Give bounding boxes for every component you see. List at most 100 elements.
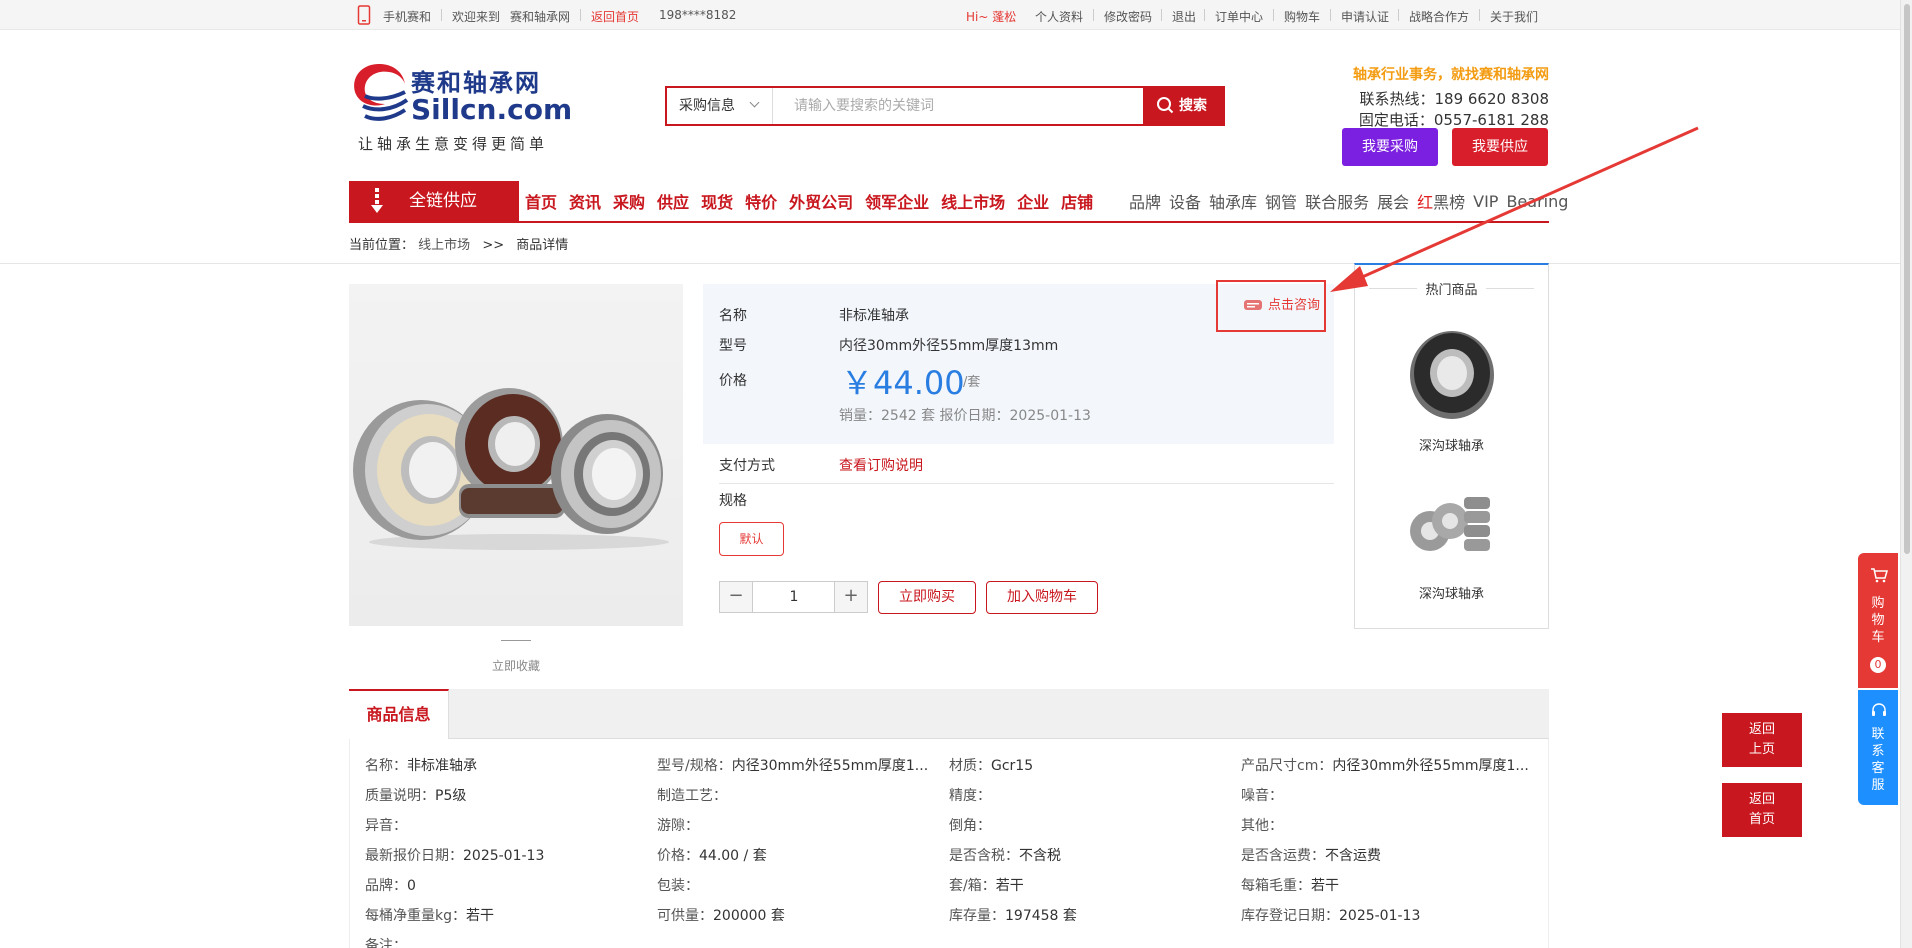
nav-item-news[interactable]: 资讯 [569, 189, 601, 213]
attr-quote-date: 最新报价日期：2025-01-13 [365, 848, 545, 864]
search-category-select[interactable]: 采购信息 [667, 88, 773, 124]
nav-item-leaders[interactable]: 领军企业 [865, 189, 929, 213]
price-unit: /套 [963, 375, 981, 390]
order-guide-link[interactable]: 查看订购说明 [839, 455, 923, 475]
logo-icon[interactable] [349, 60, 409, 126]
product-image[interactable] [349, 284, 683, 626]
tab-product-info[interactable]: 商品信息 [349, 689, 449, 739]
order-center-link[interactable]: 订单中心 [1215, 8, 1263, 25]
nav-item-brand[interactable]: 品牌 [1129, 189, 1161, 213]
buy-now-button[interactable]: 立即购买 [878, 581, 976, 614]
hotline-tel: 联系热线：189 6620 8308 [1359, 90, 1549, 108]
model-label: 型号 [719, 338, 747, 354]
nav-item-stock[interactable]: 现货 [701, 189, 733, 213]
qty-input[interactable]: 1 [754, 582, 834, 612]
supply-button[interactable]: 我要供应 [1452, 128, 1548, 166]
back-home-link[interactable]: 返回首页 [591, 8, 639, 25]
side-service-button[interactable]: 联系客服 [1858, 690, 1898, 805]
back-home-button[interactable]: 返回 首页 [1722, 783, 1802, 837]
hotline-slogan: 轴承行业事务，就找赛和轴承网 [1353, 67, 1549, 83]
attr-size: 产品尺寸cm：内径30mm外径55mm厚度1... [1241, 758, 1529, 774]
product-price: ￥44.00 [841, 364, 965, 402]
side-toolbar: 购物车 0 联系客服 [1858, 553, 1898, 805]
attr-name: 名称：非标准轴承 [365, 758, 477, 774]
nav-item-shop[interactable]: 店铺 [1061, 189, 1093, 213]
user-greeting[interactable]: Hi~ 蓬松 [966, 8, 1016, 25]
hot-products-panel: 热门商品 深沟球轴承 深沟球轴承 [1354, 263, 1549, 629]
nav-main-items: 首页 资讯 采购 供应 现货 特价 外贸公司 领军企业 线上市场 企业 店铺 [525, 181, 1105, 221]
change-password-link[interactable]: 修改密码 [1104, 8, 1152, 25]
chain-supply-menu[interactable]: 全链供应 [349, 181, 519, 221]
attr-material: 材质：Gcr15 [949, 758, 1034, 774]
nav-item-bearing-lib[interactable]: 轴承库 [1209, 189, 1257, 213]
collect-button[interactable]: 立即收藏 [492, 657, 540, 674]
scrollbar-thumb[interactable] [1904, 4, 1910, 554]
hot-product-image[interactable] [1402, 473, 1502, 573]
user-phone: 198****8182 [659, 8, 737, 22]
attr-box-gross-weight: 每箱毛重：若干 [1241, 878, 1339, 894]
profile-link[interactable]: 个人资料 [1035, 8, 1083, 25]
search-input[interactable] [774, 88, 1139, 124]
headset-icon [1872, 703, 1886, 716]
attr-process: 制造工艺： [657, 788, 727, 804]
search-category-label: 采购信息 [679, 98, 735, 114]
search-bar: 采购信息 搜索 [665, 86, 1225, 126]
add-to-cart-button[interactable]: 加入购物车 [986, 581, 1098, 614]
mobile-icon [357, 5, 371, 25]
separator [1273, 9, 1274, 21]
nav-item-company[interactable]: 企业 [1017, 189, 1049, 213]
nav-item-purchase[interactable]: 采购 [613, 189, 645, 213]
cart-link[interactable]: 购物车 [1284, 8, 1320, 25]
back-prev-button[interactable]: 返回 上页 [1722, 713, 1802, 767]
attr-other: 其他： [1241, 818, 1283, 834]
attr-chamfer: 倒角： [949, 818, 991, 834]
attr-tax: 是否含税：不含税 [949, 848, 1061, 864]
info-divider [719, 483, 1334, 484]
nav-secondary-items: 品牌 设备 轴承库 钢管 联合服务 展会 红 黑榜 VIP Bearing [1129, 181, 1576, 221]
nav-item-trade[interactable]: 外贸公司 [789, 189, 853, 213]
nav-item-bearing[interactable]: Bearing [1506, 192, 1568, 211]
hot-product-name[interactable]: 深沟球轴承 [1355, 435, 1548, 454]
hot-product-name[interactable]: 深沟球轴承 [1355, 583, 1548, 602]
qty-plus-button[interactable]: + [834, 582, 867, 612]
nav-item-expo[interactable]: 展会 [1377, 189, 1409, 213]
top-bar: 手机赛和 欢迎来到 赛和轴承网 返回首页 198****8182 Hi~ 蓬松 … [0, 0, 1900, 30]
nav-item-services[interactable]: 联合服务 [1305, 189, 1369, 213]
partners-link[interactable]: 战略合作方 [1409, 8, 1469, 25]
collect-divider [501, 640, 531, 641]
spec-option-default[interactable]: 默认 [719, 522, 784, 556]
attr-remark: 备注： [365, 938, 407, 948]
attr-supply-qty: 可供量：200000 套 [657, 908, 785, 924]
nav-item-market[interactable]: 线上市场 [941, 189, 1005, 213]
chevron-down-icon [749, 97, 760, 108]
breadcrumb-market[interactable]: 线上市场 [418, 238, 470, 253]
nav-item-home[interactable]: 首页 [525, 189, 557, 213]
logout-link[interactable]: 退出 [1172, 8, 1196, 25]
qty-minus-button[interactable]: − [720, 582, 753, 612]
purchase-button[interactable]: 我要采购 [1342, 128, 1438, 166]
title-line-right [1486, 288, 1534, 289]
page-scrollbar[interactable] [1900, 0, 1912, 948]
consult-button[interactable]: 点击咨询 [1216, 280, 1326, 332]
nav-item-supply[interactable]: 供应 [657, 189, 689, 213]
nav-item-equipment[interactable]: 设备 [1169, 189, 1201, 213]
attr-shipping: 是否含运费：不含运费 [1241, 848, 1381, 864]
nav-item-vip[interactable]: VIP [1473, 192, 1498, 211]
apply-cert-link[interactable]: 申请认证 [1341, 8, 1389, 25]
bearing-image [353, 388, 669, 550]
nav-item-red[interactable]: 红 [1417, 189, 1433, 213]
nav-item-special[interactable]: 特价 [745, 189, 777, 213]
side-cart-button[interactable]: 购物车 0 [1858, 553, 1898, 688]
consult-label: 点击咨询 [1268, 298, 1321, 313]
nav-item-blacklist[interactable]: 黑榜 [1433, 189, 1465, 213]
logo-domain[interactable]: Sillcn.com [411, 93, 572, 126]
nav-item-steel-pipe[interactable]: 钢管 [1265, 189, 1297, 213]
hot-product-image[interactable] [1402, 323, 1502, 423]
search-button[interactable]: 搜索 [1143, 86, 1225, 126]
about-link[interactable]: 关于我们 [1490, 8, 1538, 25]
hotline-fixed: 固定电话：0557-6181 288 [1358, 111, 1549, 129]
attr-brand: 品牌：0 [365, 878, 416, 894]
mobile-link[interactable]: 手机赛和 [383, 8, 431, 25]
product-attributes-table: 名称：非标准轴承 型号/规格：内径30mm外径55mm厚度1... 材质：Gcr… [349, 739, 1549, 948]
site-name-link[interactable]: 赛和轴承网 [510, 8, 570, 25]
